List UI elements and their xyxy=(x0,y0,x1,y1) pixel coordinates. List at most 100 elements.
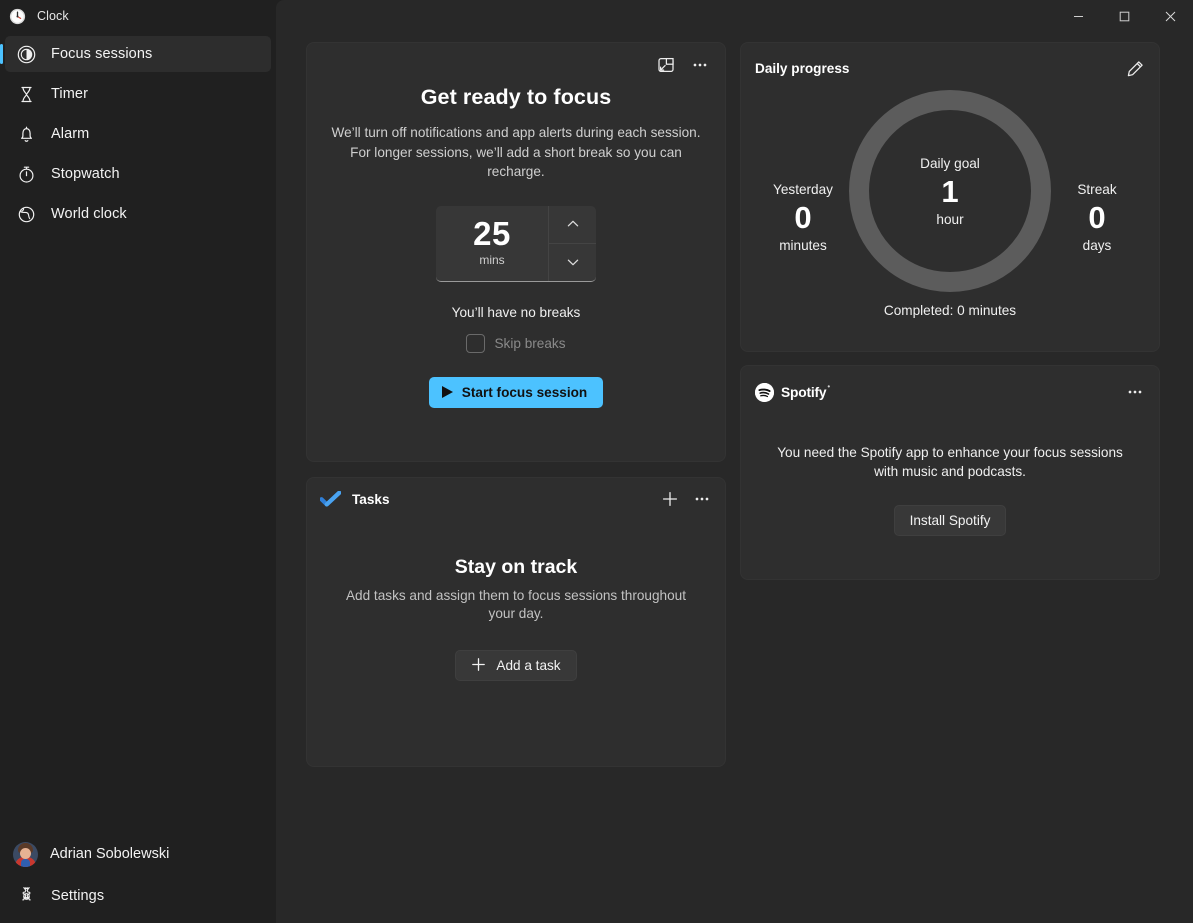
more-options-icon[interactable] xyxy=(685,51,715,79)
start-focus-session-button[interactable]: Start focus session xyxy=(428,376,604,408)
account-item[interactable]: Adrian Sobolewski xyxy=(5,834,271,874)
play-icon xyxy=(441,386,453,398)
daily-progress-title: Daily progress xyxy=(755,60,850,76)
yesterday-stat: Yesterday 0 minutes xyxy=(743,182,863,253)
more-options-icon[interactable] xyxy=(1120,378,1150,406)
focus-description: We’ll turn off notifications and app ale… xyxy=(331,125,701,179)
streak-value: 0 xyxy=(1088,200,1106,235)
start-button-wrap: Start focus session xyxy=(307,376,725,408)
tasks-empty-title: Stay on track xyxy=(454,556,578,578)
sidebar-item-world-clock[interactable]: World clock xyxy=(5,196,271,232)
duration-spinner[interactable]: 25 mins xyxy=(436,205,596,282)
daily-goal-label: Daily goal xyxy=(920,155,980,171)
spotify-header-tools xyxy=(1120,378,1150,406)
streak-stat: Streak 0 days xyxy=(1037,182,1157,253)
sidebar-item-label: Stopwatch xyxy=(51,166,120,182)
focus-sessions-icon xyxy=(16,44,37,65)
minimize-button[interactable] xyxy=(1055,0,1101,32)
tasks-header: Tasks xyxy=(307,478,725,520)
sidebar-item-settings[interactable]: Settings xyxy=(5,878,271,914)
completed-text: Completed: 0 minutes xyxy=(883,303,1017,318)
window-controls xyxy=(1055,0,1193,32)
add-a-task-label: Add a task xyxy=(496,658,561,673)
sidebar-item-label: Alarm xyxy=(51,126,90,142)
sidebar: Focus sessions Timer Alarm Stopwatch Wor… xyxy=(0,0,276,923)
timer-hourglass-icon xyxy=(16,84,37,105)
breaks-info-text: You’ll have no breaks xyxy=(451,304,581,320)
title-bar-left: Clock xyxy=(0,0,276,32)
daily-goal-unit: hour xyxy=(936,211,964,227)
spotify-brand-label: Spotify xyxy=(781,384,827,400)
focus-session-card: Get ready to focus We’ll turn off notifi… xyxy=(306,42,726,462)
title-bar-drag-region xyxy=(276,0,1055,32)
tasks-header-label: Tasks xyxy=(352,491,390,507)
chevron-up-icon[interactable] xyxy=(549,206,596,243)
skip-breaks-row[interactable]: Skip breaks xyxy=(307,333,725,353)
tasks-card: Tasks Stay on track Add tasks and assign… xyxy=(306,477,726,767)
focus-card-tools xyxy=(651,51,715,79)
content-inner: Get ready to focus We’ll turn off notifi… xyxy=(276,32,1193,923)
sidebar-item-label: World clock xyxy=(51,206,127,222)
spotify-trademark: • xyxy=(827,382,831,391)
duration-value-area[interactable]: 25 mins xyxy=(436,206,548,281)
skip-breaks-label: Skip breaks xyxy=(494,335,566,351)
alarm-bell-icon xyxy=(16,124,37,145)
maximize-button[interactable] xyxy=(1101,0,1147,32)
sidebar-item-focus-sessions[interactable]: Focus sessions xyxy=(0,36,271,72)
start-focus-session-label: Start focus session xyxy=(461,384,588,400)
clock-app-window: Clock Focus sessions Timer Alarm Stopwat… xyxy=(0,0,1193,923)
yesterday-label: Yesterday xyxy=(773,182,833,197)
close-button[interactable] xyxy=(1147,0,1193,32)
account-name: Adrian Sobolewski xyxy=(50,846,170,862)
duration-value: 25 xyxy=(473,215,511,252)
tasks-header-tools xyxy=(655,485,717,513)
sidebar-item-alarm[interactable]: Alarm xyxy=(5,116,271,152)
todo-check-icon xyxy=(319,490,342,507)
spotify-message: You need the Spotify app to enhance your… xyxy=(777,445,1123,479)
spotify-card: Spotify • You need the Spotify app to en… xyxy=(740,365,1160,580)
globe-icon xyxy=(16,204,37,225)
yesterday-unit: minutes xyxy=(779,238,827,253)
gear-icon xyxy=(16,886,37,907)
add-task-wrap: Add a task xyxy=(307,650,725,681)
daily-progress-body: Daily goal 1 hour Yesterday 0 minutes St… xyxy=(741,82,1159,332)
daily-progress-header: Daily progress xyxy=(741,43,1159,82)
settings-label: Settings xyxy=(51,888,105,904)
sidebar-item-label: Focus sessions xyxy=(51,46,153,62)
title-bar: Clock xyxy=(0,0,1193,32)
streak-unit: days xyxy=(1082,238,1112,253)
app-title: Clock xyxy=(37,9,69,23)
plus-icon xyxy=(471,657,486,675)
spotify-header: Spotify • xyxy=(741,366,1159,406)
plus-icon[interactable] xyxy=(655,485,685,513)
sidebar-nav: Focus sessions Timer Alarm Stopwatch Wor… xyxy=(0,32,276,232)
daily-goal-center: Daily goal 1 hour xyxy=(849,90,1051,292)
more-options-icon[interactable] xyxy=(687,485,717,513)
clock-icon xyxy=(9,8,26,25)
stopwatch-icon xyxy=(16,164,37,185)
tasks-empty-state: Stay on track Add tasks and assign them … xyxy=(307,556,725,681)
daily-progress-card: Daily progress Daily goal 1 hour Yesterd… xyxy=(740,42,1160,352)
spinner-buttons xyxy=(548,205,596,281)
mini-view-icon[interactable] xyxy=(651,51,681,79)
avatar xyxy=(13,841,38,867)
add-a-task-button[interactable]: Add a task xyxy=(455,650,577,681)
sidebar-item-label: Timer xyxy=(51,86,89,102)
yesterday-value: 0 xyxy=(794,200,812,235)
sidebar-item-timer[interactable]: Timer xyxy=(5,76,271,112)
spotify-icon xyxy=(755,382,774,402)
daily-goal-value: 1 xyxy=(941,173,959,209)
pencil-edit-icon[interactable] xyxy=(1120,54,1150,82)
duration-unit: mins xyxy=(479,253,505,267)
duration-spinner-wrap: 25 mins xyxy=(307,205,725,282)
skip-breaks-checkbox[interactable] xyxy=(466,333,486,353)
install-spotify-button[interactable]: Install Spotify xyxy=(893,505,1007,536)
sidebar-item-stopwatch[interactable]: Stopwatch xyxy=(5,156,271,192)
streak-label: Streak xyxy=(1077,182,1117,197)
tasks-empty-subtitle: Add tasks and assign them to focus sessi… xyxy=(345,588,687,621)
focus-title: Get ready to focus xyxy=(420,85,612,109)
install-spotify-wrap: Install Spotify xyxy=(741,505,1159,536)
chevron-down-icon[interactable] xyxy=(549,242,596,281)
sidebar-bottom: Adrian Sobolewski Settings xyxy=(0,834,276,923)
daily-progress-tools xyxy=(1120,54,1150,82)
